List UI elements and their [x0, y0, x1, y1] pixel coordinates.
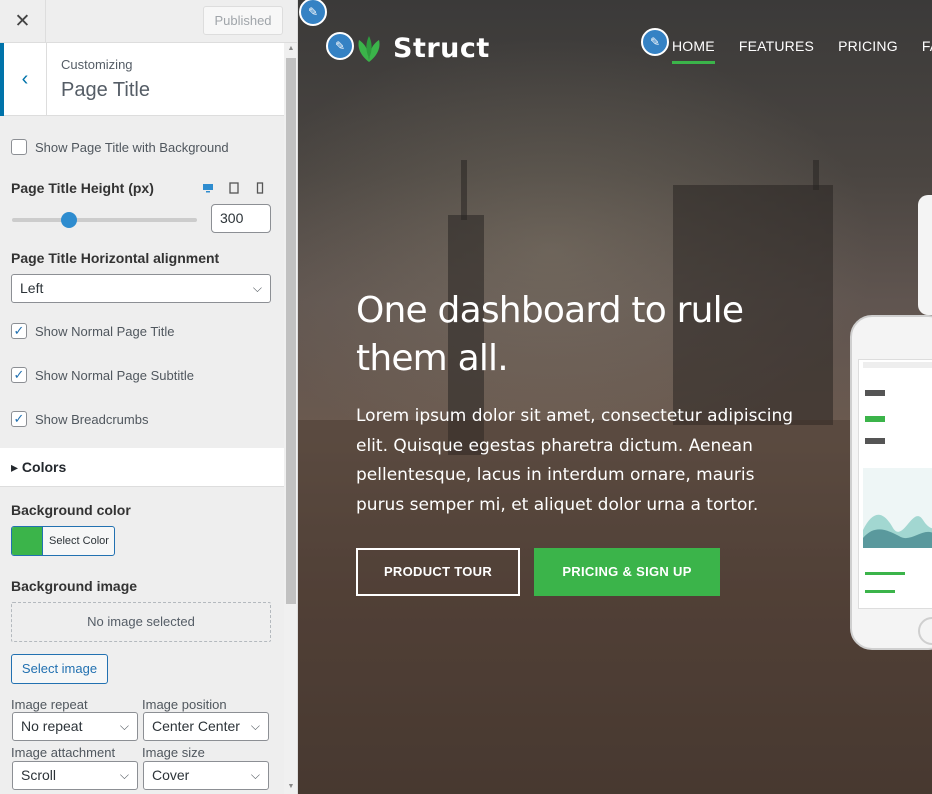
page-title-height-label: Page Title Height (px)	[11, 180, 154, 196]
height-input[interactable]: 300	[211, 204, 271, 233]
image-attachment-select[interactable]: Scroll ⌵	[12, 761, 138, 790]
image-attachment-value: Scroll	[21, 767, 57, 783]
customizer-top-bar: ✕ Published	[0, 0, 297, 43]
tablet-mockup	[918, 195, 932, 315]
chevron-down-icon: ⌵	[250, 768, 260, 782]
nav-item-pricing[interactable]: PRICING	[838, 38, 898, 54]
sidebar-scrollbar-thumb[interactable]	[286, 58, 296, 604]
image-position-value: Center Center	[152, 718, 240, 734]
colors-section-toggle[interactable]: ▸ Colors	[0, 448, 284, 487]
chevron-down-icon: ⌵	[119, 719, 129, 733]
nav-item-home[interactable]: HOME	[672, 38, 715, 64]
hero-text: Lorem ipsum dolor sit amet, consectetur …	[356, 406, 794, 515]
pricing-signup-button[interactable]: PRICING & SIGN UP	[534, 548, 720, 596]
select-image-button[interactable]: Select image	[11, 654, 108, 684]
scroll-up-arrow-icon[interactable]: ▲	[286, 45, 296, 52]
hero-title: One dashboard to rule them all.	[356, 290, 744, 379]
image-size-value: Cover	[152, 767, 190, 783]
color-swatch	[12, 527, 43, 555]
show-title-bg-row[interactable]: Show Page Title with Background	[11, 139, 229, 155]
caret-right-icon: ▸	[11, 459, 19, 475]
height-slider-track[interactable]	[12, 218, 197, 222]
image-size-select[interactable]: Cover ⌵	[143, 761, 269, 790]
close-icon[interactable]: ✕	[0, 0, 46, 43]
bg-color-label: Background color	[11, 502, 131, 518]
product-tour-button[interactable]: PRODUCT TOUR	[356, 548, 520, 596]
logo-text: Struct	[393, 33, 490, 64]
show-normal-subtitle-checkbox[interactable]: ✓	[11, 367, 27, 383]
colors-section-label: Colors	[21, 459, 67, 475]
image-position-select[interactable]: Center Center ⌵	[143, 712, 269, 741]
show-breadcrumbs-checkbox[interactable]: ✓	[11, 411, 27, 427]
chevron-down-icon: ⌵	[119, 768, 129, 782]
nav-item-faq[interactable]: FAQ	[922, 38, 932, 54]
alignment-select[interactable]: Left ⌵	[11, 274, 271, 303]
publish-button[interactable]: Published	[203, 6, 283, 35]
site-preview: ✎ ✎ ✎ Struct HOME FEATURES PRICING FAQ O…	[298, 0, 932, 794]
show-title-bg-label: Show Page Title with Background	[35, 139, 229, 155]
pencil-icon[interactable]: ✎	[641, 28, 669, 56]
select-color-label: Select Color	[49, 535, 109, 547]
show-normal-title-label: Show Normal Page Title	[35, 323, 175, 339]
alignment-value: Left	[20, 280, 44, 296]
alignment-label: Page Title Horizontal alignment	[11, 250, 220, 266]
section-header: ‹ Customizing Page Title	[0, 43, 284, 116]
customizing-label: Customizing	[61, 57, 133, 72]
nav-item-features[interactable]: FEATURES	[739, 38, 814, 54]
phone-home-button	[918, 617, 932, 645]
scroll-down-arrow-icon[interactable]: ▼	[286, 783, 296, 790]
show-normal-title-row[interactable]: ✓ Show Normal Page Title	[11, 323, 174, 339]
show-normal-title-checkbox[interactable]: ✓	[11, 323, 27, 339]
tablet-icon[interactable]	[228, 182, 240, 194]
section-title: Page Title	[61, 79, 150, 101]
phone-mockup	[850, 315, 932, 650]
mobile-icon[interactable]	[254, 182, 266, 194]
image-size-label: Image size	[142, 745, 205, 760]
leaf-logo-icon	[358, 35, 380, 62]
main-nav: HOME FEATURES PRICING FAQ	[672, 38, 932, 64]
skyline-shape	[461, 160, 467, 220]
image-repeat-value: No repeat	[21, 718, 83, 734]
desktop-icon[interactable]	[202, 182, 214, 194]
show-breadcrumbs-label: Show Breadcrumbs	[35, 411, 149, 427]
select-color-button[interactable]: Select Color	[11, 526, 115, 556]
image-repeat-select[interactable]: No repeat ⌵	[12, 712, 138, 741]
image-position-label: Image position	[142, 697, 227, 712]
chevron-down-icon: ⌵	[252, 281, 262, 295]
show-normal-subtitle-label: Show Normal Page Subtitle	[35, 367, 194, 383]
skyline-shape	[813, 160, 819, 190]
chevron-down-icon: ⌵	[250, 719, 260, 733]
height-slider-handle[interactable]	[61, 212, 78, 228]
image-repeat-label: Image repeat	[11, 697, 88, 712]
phone-screen	[858, 359, 932, 609]
show-title-bg-checkbox[interactable]	[11, 139, 27, 155]
chevron-left-icon[interactable]: ‹	[0, 43, 47, 116]
site-logo[interactable]: Struct	[353, 33, 490, 64]
show-normal-subtitle-row[interactable]: ✓ Show Normal Page Subtitle	[11, 367, 194, 383]
show-breadcrumbs-row[interactable]: ✓ Show Breadcrumbs	[11, 411, 148, 427]
no-image-placeholder: No image selected	[11, 602, 271, 642]
pencil-icon[interactable]: ✎	[326, 32, 354, 60]
image-attachment-label: Image attachment	[11, 745, 116, 760]
customizer-sidebar: ✕ Published ‹ Customizing Page Title Sho…	[0, 0, 298, 794]
bg-image-label: Background image	[11, 578, 138, 594]
